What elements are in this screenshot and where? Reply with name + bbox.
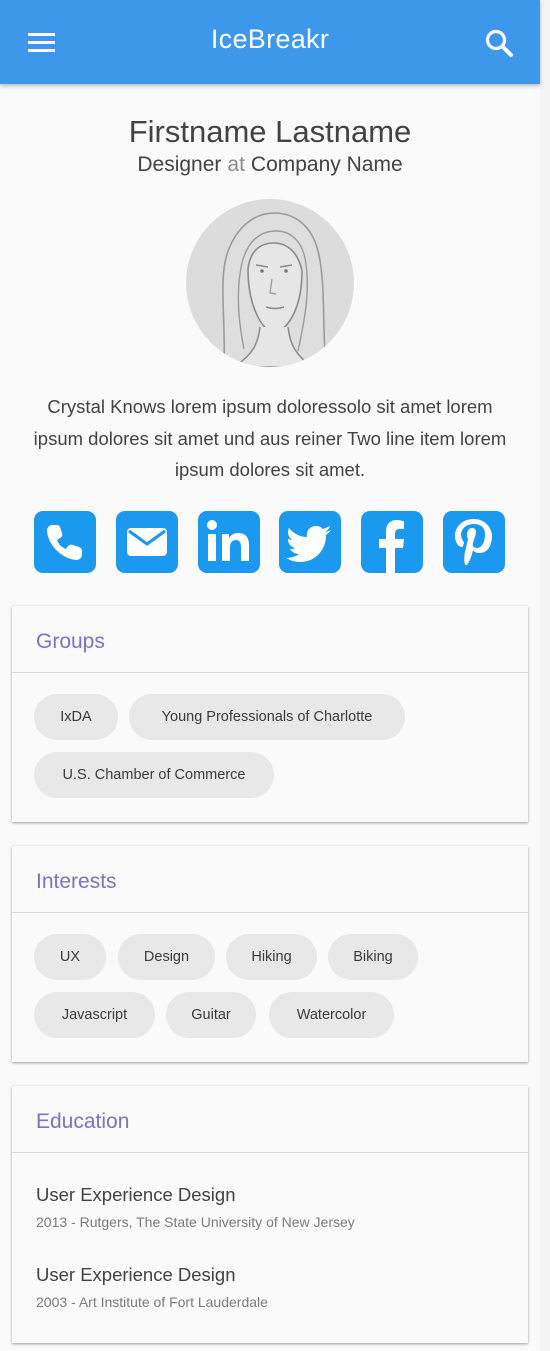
divider (12, 672, 528, 673)
education-item-title: User Experience Design (36, 1184, 236, 1205)
interest-chip[interactable]: Design (118, 934, 215, 980)
search-icon[interactable] (482, 26, 516, 60)
group-chip[interactable]: Young Professionals of Charlotte (129, 694, 405, 740)
interest-chip[interactable]: Biking (328, 934, 418, 980)
profile-name: Firstname Lastname (128, 114, 412, 149)
pinterest-icon (455, 519, 492, 565)
interest-chip[interactable]: Hiking (226, 934, 317, 980)
interests-heading: Interests (36, 870, 117, 893)
interest-chip[interactable]: Guitar (166, 992, 256, 1038)
facebook-icon (379, 520, 404, 573)
education-item-detail: 2003 - Art Institute of Fort Lauderdale (36, 1294, 268, 1310)
email-icon (127, 528, 167, 556)
divider (12, 912, 528, 913)
avatar (186, 199, 354, 367)
twitter-button[interactable] (279, 511, 341, 573)
facebook-button[interactable] (361, 511, 423, 573)
interests-card: Interests UX Design Hiking Biking Javasc… (12, 846, 528, 1062)
app-title: IceBreakr (210, 24, 330, 54)
phone-button[interactable] (34, 511, 96, 573)
education-item-title: User Experience Design (36, 1264, 236, 1285)
twitter-icon (286, 526, 331, 562)
group-chip[interactable]: IxDA (34, 694, 118, 740)
linkedin-icon (207, 520, 249, 561)
pinterest-button[interactable] (443, 511, 505, 573)
groups-heading: Groups (36, 630, 105, 653)
interest-chip[interactable]: Javascript (34, 992, 155, 1038)
education-card: Education User Experience Design 2013 - … (12, 1086, 528, 1343)
right-edge-strip (540, 0, 550, 1351)
education-item-detail: 2013 - Rutgers, The State University of … (36, 1214, 355, 1230)
profile-bio: Crystal Knows lorem ipsum doloressolo si… (33, 396, 507, 480)
groups-card: Groups IxDA Young Professionals of Charl… (12, 606, 528, 822)
interest-chip[interactable]: Watercolor (269, 992, 394, 1038)
education-heading: Education (36, 1110, 130, 1133)
email-button[interactable] (116, 511, 178, 573)
job-title: Designer (137, 153, 222, 176)
company-name: Company Name (250, 153, 403, 176)
profile-role: Designer at Company Name (0, 153, 540, 177)
at-word: at (227, 153, 245, 176)
phone-icon (47, 525, 82, 560)
app-bar: IceBreakr (0, 0, 540, 84)
linkedin-button[interactable] (198, 511, 260, 573)
group-chip[interactable]: U.S. Chamber of Commerce (34, 752, 274, 798)
interest-chip[interactable]: UX (34, 934, 106, 980)
divider (12, 1152, 528, 1153)
